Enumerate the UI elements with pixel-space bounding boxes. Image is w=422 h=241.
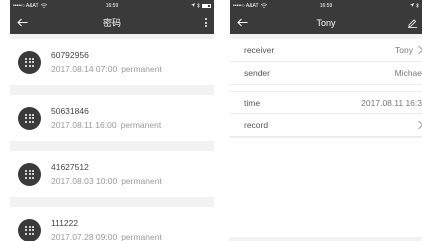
status-bar: •••••○ A&AT 16:59 — [230, 0, 422, 11]
battery-icon — [202, 3, 211, 8]
password-list: 60792956 2017.08.14 07:00 permanent 50631… — [10, 34, 214, 241]
password-type: permanent — [120, 120, 162, 130]
password-code: 111222 — [51, 218, 79, 228]
page-title: Tony — [316, 17, 336, 28]
password-datetime: 2017.08.11 16:00 — [51, 120, 117, 130]
password-code: 41627512 — [51, 162, 89, 172]
password-type: permanent — [121, 176, 162, 186]
password-type: permanent — [121, 232, 162, 241]
nav-bar: 密码 — [10, 11, 214, 34]
password-datetime: 2017.07.28 09:00 — [51, 232, 118, 241]
back-button[interactable] — [10, 11, 34, 34]
password-type: permanent — [121, 64, 162, 74]
keypad-icon — [18, 162, 41, 186]
keypad-icon — [18, 50, 41, 74]
password-meta: 2017.08.11 16:00 permanent — [51, 120, 161, 130]
status-bar: •••••○ A&AT 16:59 — [10, 0, 214, 11]
time-value: 2017.08.11 16:3 — [361, 97, 422, 108]
more-menu-button[interactable] — [198, 11, 214, 34]
receiver-row[interactable]: receiver Tony — [230, 39, 422, 62]
back-arrow-icon — [236, 18, 247, 27]
password-datetime: 2017.08.03 10:00 — [51, 176, 118, 186]
row-value — [414, 120, 422, 130]
screenshot-stage: •••••○ A&AT 16:59 密码 60792956 2017.08.14… — [0, 0, 422, 241]
password-meta: 2017.08.03 10:00 permanent — [51, 176, 162, 186]
password-detail-screen: •••••○ A&AT 16:59 Tony receiver Tony sen… — [230, 0, 422, 241]
list-item[interactable]: 60792956 2017.08.14 07:00 permanent — [10, 39, 214, 85]
row-label: record — [244, 120, 269, 130]
keypad-icon — [18, 106, 41, 130]
time-row: time 2017.08.11 16:3 — [230, 91, 422, 114]
sender-row: sender Michae — [230, 62, 422, 85]
row-label: time — [244, 97, 261, 108]
list-item[interactable]: 50631846 2017.08.11 16:00 permanent — [10, 95, 214, 141]
sender-value: Michae — [394, 68, 422, 78]
password-code: 60792956 — [51, 50, 89, 60]
receiver-value: Tony — [395, 45, 413, 55]
password-list-screen: •••••○ A&AT 16:59 密码 60792956 2017.08.14… — [10, 0, 214, 241]
password-meta: 2017.08.14 07:00 permanent — [51, 64, 162, 74]
row-label: sender — [244, 68, 270, 78]
detail-empty-area — [230, 137, 422, 237]
chevron-right-icon — [414, 120, 422, 130]
status-time: 16:59 — [319, 2, 333, 9]
edit-icon — [408, 18, 417, 28]
chevron-right-icon — [414, 45, 422, 55]
list-item[interactable]: 41627512 2017.08.03 10:00 permanent — [10, 151, 214, 197]
row-label: receiver — [244, 45, 275, 55]
nav-bar: Tony — [230, 11, 422, 34]
list-item[interactable]: 111222 2017.07.28 09:00 permanent — [10, 207, 214, 241]
more-vertical-icon — [205, 18, 207, 20]
password-code: 50631846 — [51, 106, 89, 116]
page-title: 密码 — [102, 18, 121, 28]
password-meta: 2017.07.28 09:00 permanent — [51, 232, 162, 241]
back-arrow-icon — [16, 18, 27, 27]
password-datetime: 2017.08.14 07:00 — [51, 64, 118, 74]
record-row[interactable]: record — [230, 114, 422, 137]
keypad-icon — [18, 218, 41, 241]
status-time: 16:59 — [105, 2, 119, 9]
edit-button[interactable] — [408, 11, 422, 34]
back-button[interactable] — [230, 11, 254, 34]
detail-list: receiver Tony sender Michae time 2017.08… — [230, 39, 422, 237]
row-value: Tony — [395, 45, 422, 55]
